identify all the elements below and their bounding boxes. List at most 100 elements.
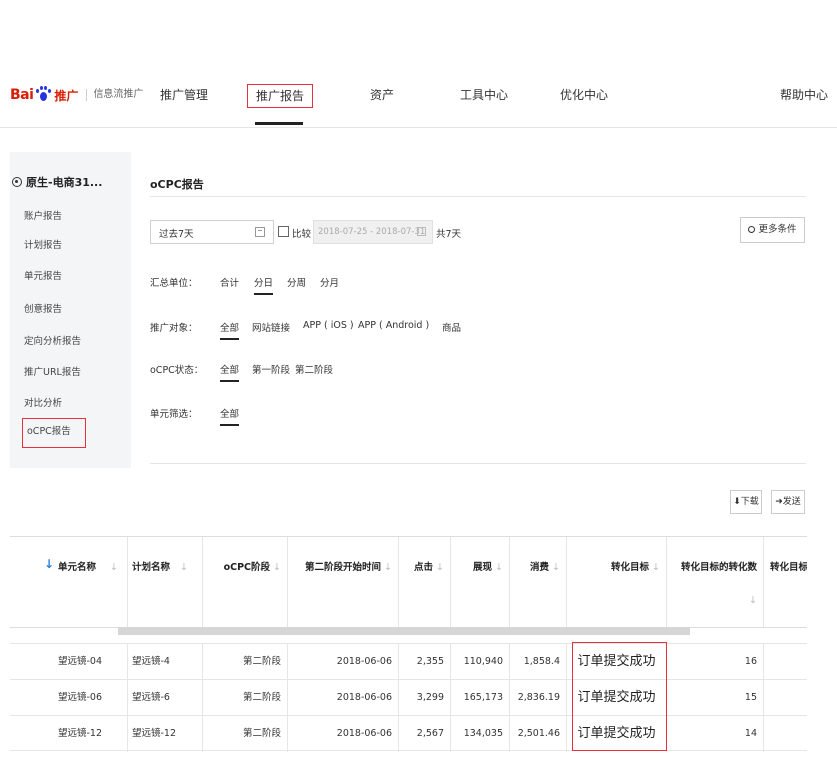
- paw-icon: [34, 86, 52, 104]
- cell-plan-name: 望远镜-12: [128, 716, 203, 752]
- download-button[interactable]: ⬇下载: [730, 490, 762, 514]
- baidu-logo[interactable]: Bai 推广 信息流推广: [10, 80, 143, 110]
- nav-help-center[interactable]: 帮助中心: [780, 84, 828, 108]
- filter-option-product[interactable]: 商品: [442, 320, 461, 334]
- send-button[interactable]: ➜发送: [771, 490, 805, 514]
- cell-conversion-goal: 订单提交成功: [567, 644, 667, 680]
- compare-range-value: 2018-07-25 - 2018-07-31: [318, 227, 426, 237]
- top-header: Bai 推广 信息流推广 推广管理 推广报告 资产 工具中心 优化中心 帮助中心: [0, 70, 837, 128]
- cell-spend: 1,858.4: [510, 644, 567, 680]
- cell-conversion-goal: 订单提交成功: [567, 716, 667, 752]
- filter-option-monthly[interactable]: 分月: [320, 275, 339, 289]
- col-clicks[interactable]: 点击 ↓: [399, 537, 451, 627]
- table-row[interactable]: 望远镜-04 望远镜-4 第二阶段 2018-06-06 2,355 110,9…: [10, 643, 807, 680]
- date-range-value: 过去7天: [159, 229, 194, 240]
- logo-tg: 推广: [54, 88, 79, 103]
- nav-promotion-report[interactable]: 推广报告: [247, 84, 314, 108]
- filter-option-weekly[interactable]: 分周: [287, 275, 306, 289]
- account-name: 原生-电商31...: [26, 176, 103, 189]
- sidebar-item-unit-report[interactable]: 单元报告: [24, 268, 62, 282]
- nav-assets[interactable]: 资产: [370, 84, 394, 108]
- sort-icon: ↓: [552, 562, 560, 573]
- sidebar-item-ocpc-report[interactable]: oCPC报告: [22, 418, 86, 448]
- cell-impressions: 110,940: [451, 644, 510, 680]
- filter-label: 汇总单位：: [150, 278, 198, 289]
- col-unit-name[interactable]: 单元名称 ↓: [10, 537, 128, 627]
- table-row[interactable]: 望远镜-06 望远镜-6 第二阶段 2018-06-06 3,299 165,1…: [10, 679, 807, 716]
- table-row[interactable]: 望远镜-12 望远镜-12 第二阶段 2018-06-06 2,567 134,…: [10, 715, 807, 752]
- cell-goal-conversions: 14: [667, 716, 764, 752]
- gear-icon: [748, 226, 756, 233]
- cell-goal-conversions: 15: [667, 680, 764, 716]
- filter-option-daily[interactable]: 分日: [254, 275, 274, 295]
- filter-option-stage-two[interactable]: 第二阶段: [295, 362, 333, 376]
- compare-label: 比较: [292, 229, 312, 240]
- nav-tool-center[interactable]: 工具中心: [460, 84, 508, 108]
- table-header: ↓ 单元名称 ↓ 计划名称 ↓ oCPC阶段 ↓ 第二阶段开始时间 ↓ 点击 ↓ 展现 ↓ …: [10, 536, 807, 628]
- sort-icon: ↓: [436, 562, 444, 573]
- cell-stage-start: 2018-06-06: [288, 680, 399, 716]
- filter-option-all[interactable]: 全部: [220, 406, 240, 426]
- col-ocpc-stage[interactable]: oCPC阶段 ↓: [203, 537, 288, 627]
- cell-stage-start: 2018-06-06: [288, 644, 399, 680]
- send-icon: ➜: [775, 497, 783, 507]
- sidebar-item-account-report[interactable]: 账户报告: [24, 208, 62, 222]
- sort-icon: ↓: [749, 595, 757, 606]
- cell-extra: [764, 680, 807, 716]
- col-plan-name[interactable]: 计划名称 ↓: [128, 537, 203, 627]
- page-title: oCPC报告: [150, 178, 204, 191]
- cell-ocpc-stage: 第二阶段: [203, 644, 288, 680]
- title-divider: [150, 196, 806, 197]
- filter-divider: [150, 463, 806, 464]
- col-goal-conversions[interactable]: 转化目标的转化数 ↓: [667, 537, 764, 627]
- download-label: 下载: [740, 497, 759, 507]
- filter-label: 单元筛选：: [150, 409, 198, 420]
- sidebar-item-creative-report[interactable]: 创意报告: [24, 301, 62, 315]
- cell-extra: [764, 716, 807, 752]
- total-days: 共7天: [436, 229, 462, 240]
- nav-optimization-center[interactable]: 优化中心: [560, 84, 608, 108]
- sidebar-item-url-report[interactable]: 推广URL报告: [24, 364, 81, 378]
- filter-option-total[interactable]: 合计: [220, 275, 239, 289]
- col-impressions[interactable]: 展现 ↓: [451, 537, 510, 627]
- filter-label: 推广对象：: [150, 323, 198, 334]
- col-conversion-goal-extra[interactable]: 转化目标: [764, 537, 807, 627]
- cell-impressions: 134,035: [451, 716, 510, 752]
- col-stage-two-start[interactable]: 第二阶段开始时间 ↓: [288, 537, 399, 627]
- sidebar-item-targeting-report[interactable]: 定向分析报告: [24, 333, 81, 347]
- filter-option-app-android[interactable]: APP ( Android ): [358, 320, 429, 331]
- sidebar-item-comparison[interactable]: 对比分析: [24, 395, 62, 409]
- col-spend[interactable]: 消费 ↓: [510, 537, 567, 627]
- more-conditions-label: 更多条件: [758, 224, 797, 235]
- more-conditions-button[interactable]: 更多条件: [740, 217, 805, 243]
- horizontal-scrollbar[interactable]: [118, 627, 690, 635]
- nav-promotion-management[interactable]: 推广管理: [160, 84, 208, 108]
- sort-icon: ↓: [384, 562, 392, 573]
- compare-checkbox[interactable]: [278, 226, 289, 237]
- sort-icon: ↓: [495, 562, 503, 573]
- cell-unit-name: 望远镜-04: [10, 644, 128, 680]
- logo-text: Bai: [10, 87, 34, 103]
- cell-plan-name: 望远镜-6: [128, 680, 203, 716]
- filter-option-app-ios[interactable]: APP ( iOS ): [303, 320, 354, 331]
- active-nav-underline: [255, 122, 303, 125]
- target-icon: [12, 177, 22, 187]
- cell-clicks: 2,567: [399, 716, 451, 752]
- filter-option-all[interactable]: 全部: [220, 320, 240, 340]
- col-conversion-goal[interactable]: 转化目标 ↓: [567, 537, 667, 627]
- compare-date-input[interactable]: 2018-07-25 - 2018-07-31: [313, 220, 433, 244]
- account-title[interactable]: 原生-电商31...: [12, 174, 102, 190]
- date-range-picker[interactable]: 过去7天: [150, 220, 274, 244]
- cell-plan-name: 望远镜-4: [128, 644, 203, 680]
- logo-subtitle: 信息流推广: [86, 89, 143, 101]
- filter-option-stage-one[interactable]: 第一阶段: [252, 362, 290, 376]
- filter-option-website-link[interactable]: 网站链接: [252, 320, 290, 334]
- cell-ocpc-stage: 第二阶段: [203, 680, 288, 716]
- download-icon: ⬇: [733, 497, 741, 507]
- sort-icon: ↓: [180, 562, 188, 573]
- cell-unit-name: 望远镜-06: [10, 680, 128, 716]
- calendar-icon: [255, 227, 265, 237]
- filter-option-all[interactable]: 全部: [220, 362, 240, 382]
- cell-ocpc-stage: 第二阶段: [203, 716, 288, 752]
- sidebar-item-plan-report[interactable]: 计划报告: [24, 237, 62, 251]
